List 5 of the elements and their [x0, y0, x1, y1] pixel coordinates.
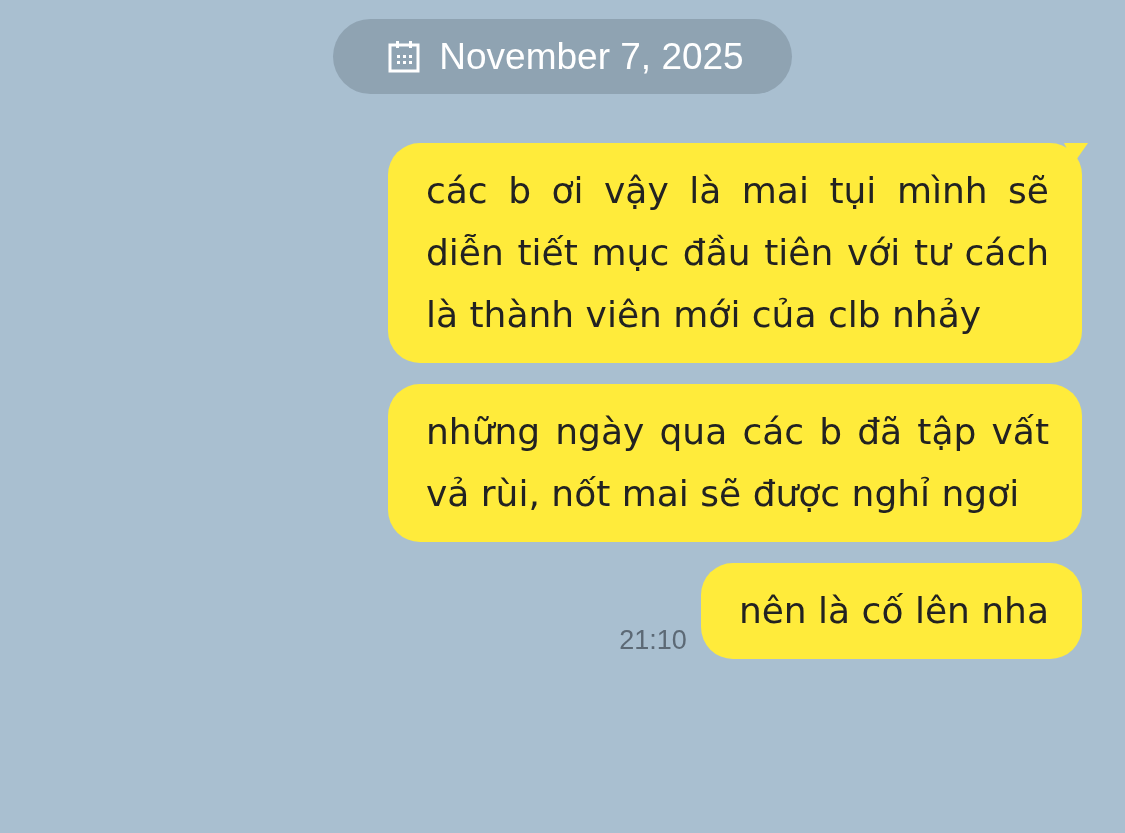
message-bubble: những ngày qua các b đã tập vất vả rùi, nốt mai sẽ được nghỉ ngơi: [388, 384, 1082, 542]
calendar-icon: [387, 39, 422, 74]
message-bubble: nên là cố lên nha: [700, 563, 1082, 659]
message-time: 21:10: [619, 625, 687, 657]
date-label: November 7, 2025: [439, 35, 744, 78]
